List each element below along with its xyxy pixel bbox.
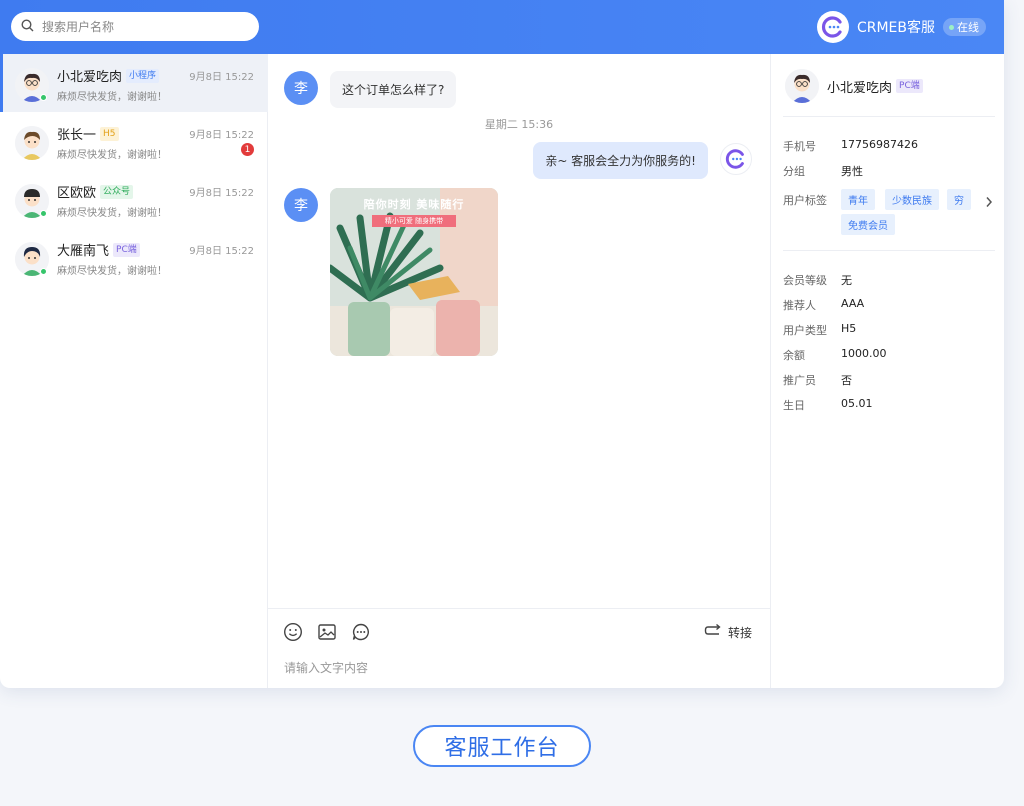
conversation-preview: 麻烦尽快发货，谢谢啦！ [57,150,167,161]
phone-value: 17756987426 [841,138,918,151]
conversation-title: 小北爱吃肉 小程序 [57,66,160,85]
user-avatar: 李 [284,188,318,222]
emoji-icon[interactable] [282,621,304,643]
conversation-name: 区欧欧 [57,186,97,201]
search-input[interactable] [42,19,232,34]
online-dot-icon [949,24,954,30]
profile-header: 小北爱吃肉 PC端 [785,68,923,104]
conversation-item[interactable]: 小北爱吃肉 小程序 麻烦尽快发货，谢谢啦！ 9月8日 15:22 [0,54,268,112]
brand-logo-icon [816,11,849,43]
caption-title: 客服工作台 [413,725,591,767]
source-tag: PC端 [113,242,140,257]
divider [783,250,995,251]
conversation-name: 张长一 [57,128,97,143]
top-bar: CRMEB客服 在线 [0,0,1004,54]
source-tag: PC端 [896,79,923,93]
user-profile-panel: 小北爱吃肉 PC端 手机号 17756987426 分组 男性 用户标签 青年 … [770,54,1004,688]
level-value: 无 [841,274,852,287]
image-message[interactable]: 陪你时刻 美味随行 精小可爱 随身携带 [330,188,498,356]
transfer-button[interactable]: 转接 [704,623,752,642]
group-value: 男性 [841,165,863,178]
online-status-label: 在线 [957,21,979,34]
conversation-preview: 麻烦尽快发货，谢谢啦！ [57,266,167,277]
agent-avatar-icon [720,143,752,175]
quick-reply-icon[interactable] [350,621,372,643]
user-tag-chip[interactable]: 少数民族 [885,189,939,210]
user-tag-chip[interactable]: 免费会员 [841,214,895,235]
conversation-item[interactable]: 大雁南飞 PC端 麻烦尽快发货，谢谢啦！ 9月8日 15:22 [0,228,268,286]
profile-title: 小北爱吃肉 PC端 [827,77,923,96]
brand-name: CRMEB客服 [856,20,935,36]
balance-label: 余额 [783,349,805,362]
promoter-value: 否 [841,374,852,387]
conversation-time: 9月8日 15:22 [189,130,254,141]
online-status-icon [40,210,47,217]
referrer-label: 推荐人 [783,299,816,312]
conversation-name: 大雁南飞 [57,244,110,259]
birthday-value: 05.01 [841,397,873,410]
conversation-name: 小北爱吃肉 [57,70,123,85]
conversation-item[interactable]: 区欧欧 公众号 麻烦尽快发货，谢谢啦！ 9月8日 15:22 [0,170,268,228]
online-status-badge[interactable]: 在线 [943,18,986,36]
source-tag: 公众号 [100,184,134,199]
promoter-label: 推广员 [783,374,816,387]
phone-label: 手机号 [783,140,816,153]
source-tag: H5 [100,126,119,141]
chat-panel: 李 这个订单怎么样了? 星期二 15:36 亲~ 客服会全力为你服务的! 李 陪… [268,54,770,688]
chevron-right-icon[interactable] [985,193,993,212]
referrer-value: AAA [841,297,865,310]
group-label: 分组 [783,165,805,178]
product-photo-icon [330,188,498,356]
level-label: 会员等级 [783,274,827,287]
customer-service-app: CRMEB客服 在线 小北爱吃肉 小程序 麻烦尽快发货，谢谢啦！ 9月8日 15… [0,0,1004,688]
conversation-time: 9月8日 15:22 [189,72,254,83]
outgoing-message: 亲~ 客服会全力为你服务的! [533,142,708,179]
user-type-value: H5 [841,322,857,335]
message-time-divider: 星期二 15:36 [484,118,554,131]
avatar [785,69,819,103]
user-type-label: 用户类型 [783,324,827,337]
conversation-title: 区欧欧 公众号 [57,182,134,201]
conversation-preview: 麻烦尽快发货，谢谢啦！ [57,92,167,103]
image-ribbon-text: 精小可爱 随身携带 [372,215,456,227]
user-avatar: 李 [284,71,318,105]
profile-name: 小北爱吃肉 [827,80,893,96]
image-upload-icon[interactable] [316,621,338,643]
avatar [15,126,49,160]
message-input[interactable] [284,661,754,675]
conversation-title: 张长一 H5 [57,124,119,143]
divider [783,116,995,117]
conversation-item[interactable]: 张长一 H5 麻烦尽快发货，谢谢啦！ 9月8日 15:22 1 [0,112,268,170]
user-tag-chip[interactable]: 青年 [841,189,875,210]
online-status-icon [40,268,47,275]
search-box[interactable] [11,12,259,41]
incoming-message: 这个订单怎么样了? [330,71,457,108]
birthday-label: 生日 [783,399,805,412]
chat-toolbar: 转接 [268,608,770,688]
online-status-icon [40,94,47,101]
conversation-list: 小北爱吃肉 小程序 麻烦尽快发货，谢谢啦！ 9月8日 15:22 张长一 H5 … [0,54,268,688]
conversation-preview: 麻烦尽快发货，谢谢啦！ [57,208,167,219]
user-tag-chip[interactable]: 穷 [947,189,971,210]
brand-area: CRMEB客服 在线 [816,10,986,44]
conversation-time: 9月8日 15:22 [189,246,254,257]
conversation-title: 大雁南飞 PC端 [57,240,140,259]
tags-label: 用户标签 [783,194,827,207]
image-banner-text: 陪你时刻 美味随行 [363,198,465,211]
search-icon [21,17,34,36]
transfer-icon [704,623,722,642]
unread-badge: 1 [241,143,254,156]
conversation-time: 9月8日 15:22 [189,188,254,199]
transfer-label: 转接 [727,626,752,640]
balance-value: 1000.00 [841,347,887,360]
source-tag: 小程序 [126,68,160,83]
